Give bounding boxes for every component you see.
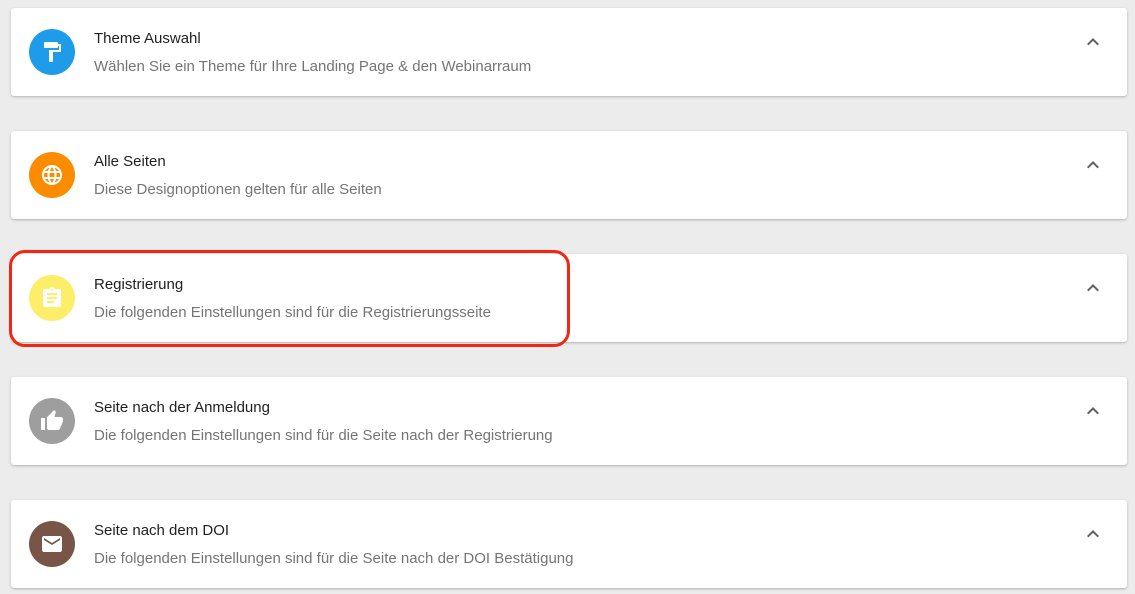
clipboard-icon xyxy=(29,275,75,321)
panel-title: Registrierung xyxy=(94,276,184,293)
panel-subtitle: Die folgenden Einstellungen sind für die… xyxy=(94,550,574,567)
envelope-icon xyxy=(29,521,75,567)
chevron-up-icon[interactable] xyxy=(1081,30,1105,54)
chevron-up-icon[interactable] xyxy=(1081,276,1105,300)
panel-alle-seiten[interactable]: Alle Seiten Diese Designoptionen gelten … xyxy=(11,131,1127,219)
panel-title: Theme Auswahl xyxy=(94,30,201,47)
paint-roller-icon xyxy=(29,29,75,75)
thumbs-up-icon xyxy=(29,398,75,444)
globe-icon xyxy=(29,152,75,198)
panel-seite-nach-doi[interactable]: Seite nach dem DOI Die folgenden Einstel… xyxy=(11,500,1127,588)
panel-subtitle: Wählen Sie ein Theme für Ihre Landing Pa… xyxy=(94,58,532,75)
chevron-up-icon[interactable] xyxy=(1081,153,1105,177)
panel-title: Seite nach der Anmeldung xyxy=(94,399,270,416)
panel-registrierung[interactable]: Registrierung Die folgenden Einstellunge… xyxy=(11,254,1127,342)
panel-subtitle: Die folgenden Einstellungen sind für die… xyxy=(94,427,553,444)
chevron-up-icon[interactable] xyxy=(1081,399,1105,423)
chevron-up-icon[interactable] xyxy=(1081,522,1105,546)
panel-title: Alle Seiten xyxy=(94,153,166,170)
panel-subtitle: Die folgenden Einstellungen sind für die… xyxy=(94,304,491,321)
panel-title: Seite nach dem DOI xyxy=(94,522,230,539)
panel-seite-nach-anmeldung[interactable]: Seite nach der Anmeldung Die folgenden E… xyxy=(11,377,1127,465)
panel-theme-auswahl[interactable]: Theme Auswahl Wählen Sie ein Theme für I… xyxy=(11,8,1127,96)
panel-subtitle: Diese Designoptionen gelten für alle Sei… xyxy=(94,181,382,198)
